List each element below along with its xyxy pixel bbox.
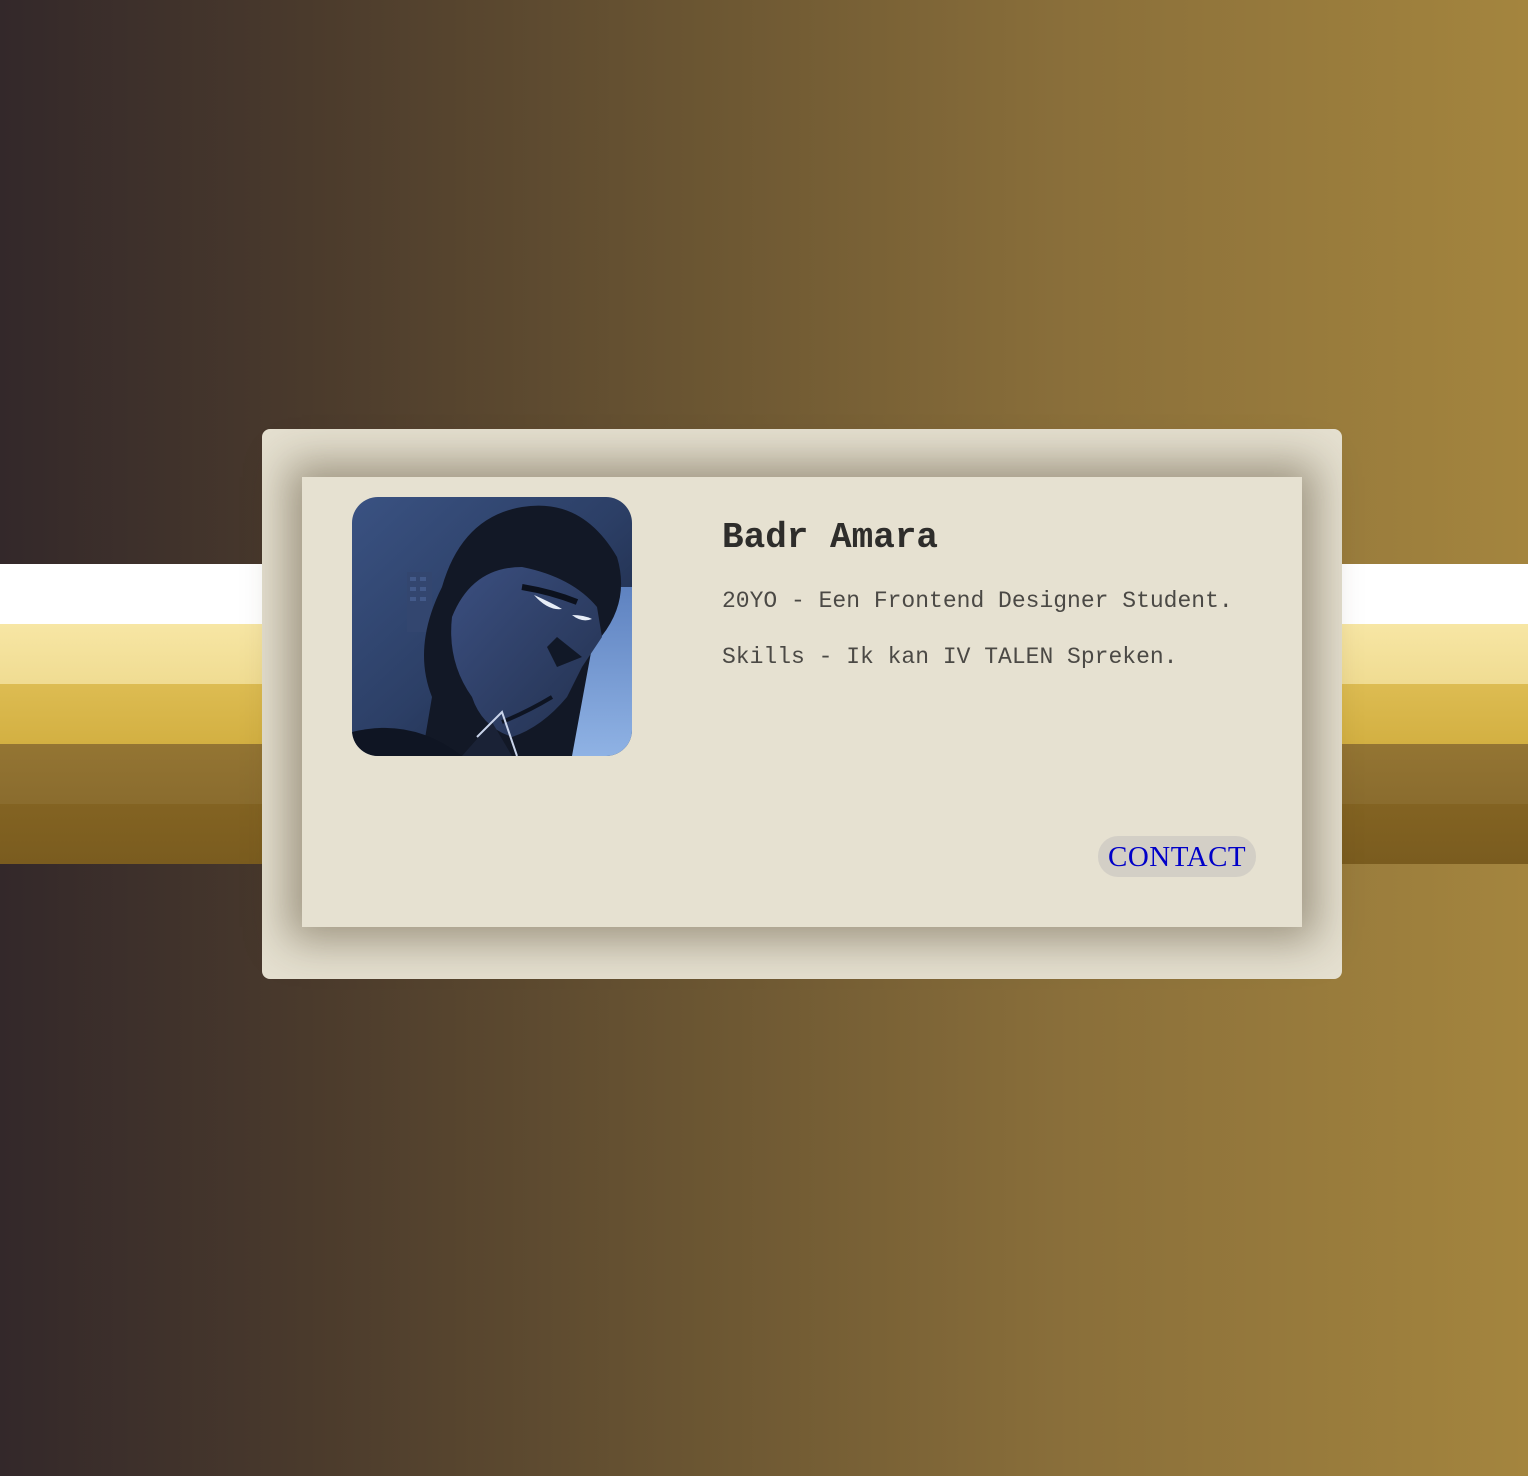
profile-card-frame: Badr Amara 20YO - Een Frontend Designer … (262, 429, 1342, 979)
contact-link[interactable]: CONTACT (1098, 836, 1257, 877)
profile-name: Badr Amara (722, 517, 939, 558)
profile-skills: Skills - Ik kan IV TALEN Spreken. (722, 644, 1178, 670)
profile-card: Badr Amara 20YO - Een Frontend Designer … (302, 477, 1302, 927)
profile-photo (352, 497, 632, 756)
profile-age-description: 20YO - Een Frontend Designer Student. (722, 588, 1233, 614)
profile-info: Badr Amara 20YO - Een Frontend Designer … (722, 517, 1262, 672)
